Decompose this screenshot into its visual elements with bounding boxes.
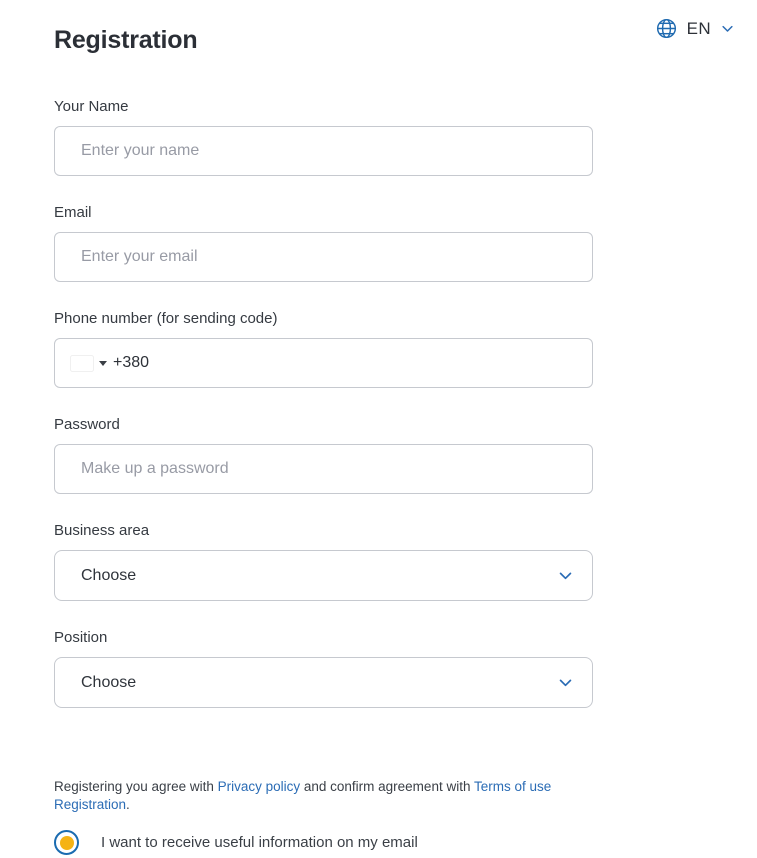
language-switcher[interactable]: EN bbox=[655, 17, 735, 40]
field-phone: Phone number (for sending code) +380 bbox=[54, 308, 593, 388]
field-position: Position Choose bbox=[54, 627, 593, 708]
chevron-down-icon bbox=[720, 21, 735, 36]
agreement-text-before: Registering you agree with bbox=[54, 779, 218, 794]
field-email: Email Enter your email bbox=[54, 202, 593, 282]
business-area-value: Choose bbox=[81, 566, 137, 584]
privacy-policy-link[interactable]: Privacy policy bbox=[218, 779, 301, 794]
phone-input[interactable]: +380 bbox=[54, 338, 593, 388]
page-header: Registration EN bbox=[0, 0, 757, 78]
email-label: Email bbox=[54, 204, 92, 221]
password-label: Password bbox=[54, 416, 120, 433]
email-input[interactable]: Enter your email bbox=[54, 232, 593, 282]
ukraine-flag-icon bbox=[71, 356, 93, 371]
position-label: Position bbox=[54, 629, 108, 646]
chevron-down-icon bbox=[557, 674, 574, 691]
field-name: Your Name Enter your name bbox=[54, 96, 593, 176]
name-label: Your Name bbox=[54, 98, 129, 115]
phone-dial-code: +380 bbox=[113, 354, 150, 371]
registration-form: Your Name Enter your name Email Enter yo… bbox=[54, 96, 593, 708]
globe-icon bbox=[655, 17, 678, 40]
chevron-down-icon bbox=[557, 567, 574, 584]
newsletter-label: I want to receive useful information on … bbox=[101, 833, 418, 851]
consent-row: I want to receive useful information on … bbox=[54, 830, 418, 855]
newsletter-radio[interactable] bbox=[54, 830, 79, 855]
registration-page: Registration EN Your Name Enter your nam… bbox=[0, 0, 757, 858]
name-placeholder: Enter your name bbox=[81, 142, 200, 159]
business-area-select[interactable]: Choose bbox=[54, 550, 593, 601]
password-input[interactable]: Make up a password bbox=[54, 444, 593, 494]
position-select[interactable]: Choose bbox=[54, 657, 593, 708]
page-title: Registration bbox=[54, 26, 198, 54]
phone-label: Phone number (for sending code) bbox=[54, 310, 278, 327]
field-business-area: Business area Choose bbox=[54, 520, 593, 601]
business-area-label: Business area bbox=[54, 522, 150, 539]
email-placeholder: Enter your email bbox=[81, 248, 198, 265]
name-input[interactable]: Enter your name bbox=[54, 126, 593, 176]
country-selector[interactable] bbox=[71, 356, 107, 371]
agreement-text-middle: and confirm agreement with bbox=[300, 779, 474, 794]
caret-down-icon bbox=[99, 360, 107, 366]
position-value: Choose bbox=[81, 673, 137, 691]
password-placeholder: Make up a password bbox=[81, 460, 229, 477]
language-code: EN bbox=[686, 18, 711, 38]
field-password: Password Make up a password bbox=[54, 414, 593, 494]
radio-dot-icon bbox=[59, 835, 74, 850]
agreement-text: Registering you agree with Privacy polic… bbox=[54, 778, 599, 814]
agreement-text-after: . bbox=[126, 797, 130, 812]
